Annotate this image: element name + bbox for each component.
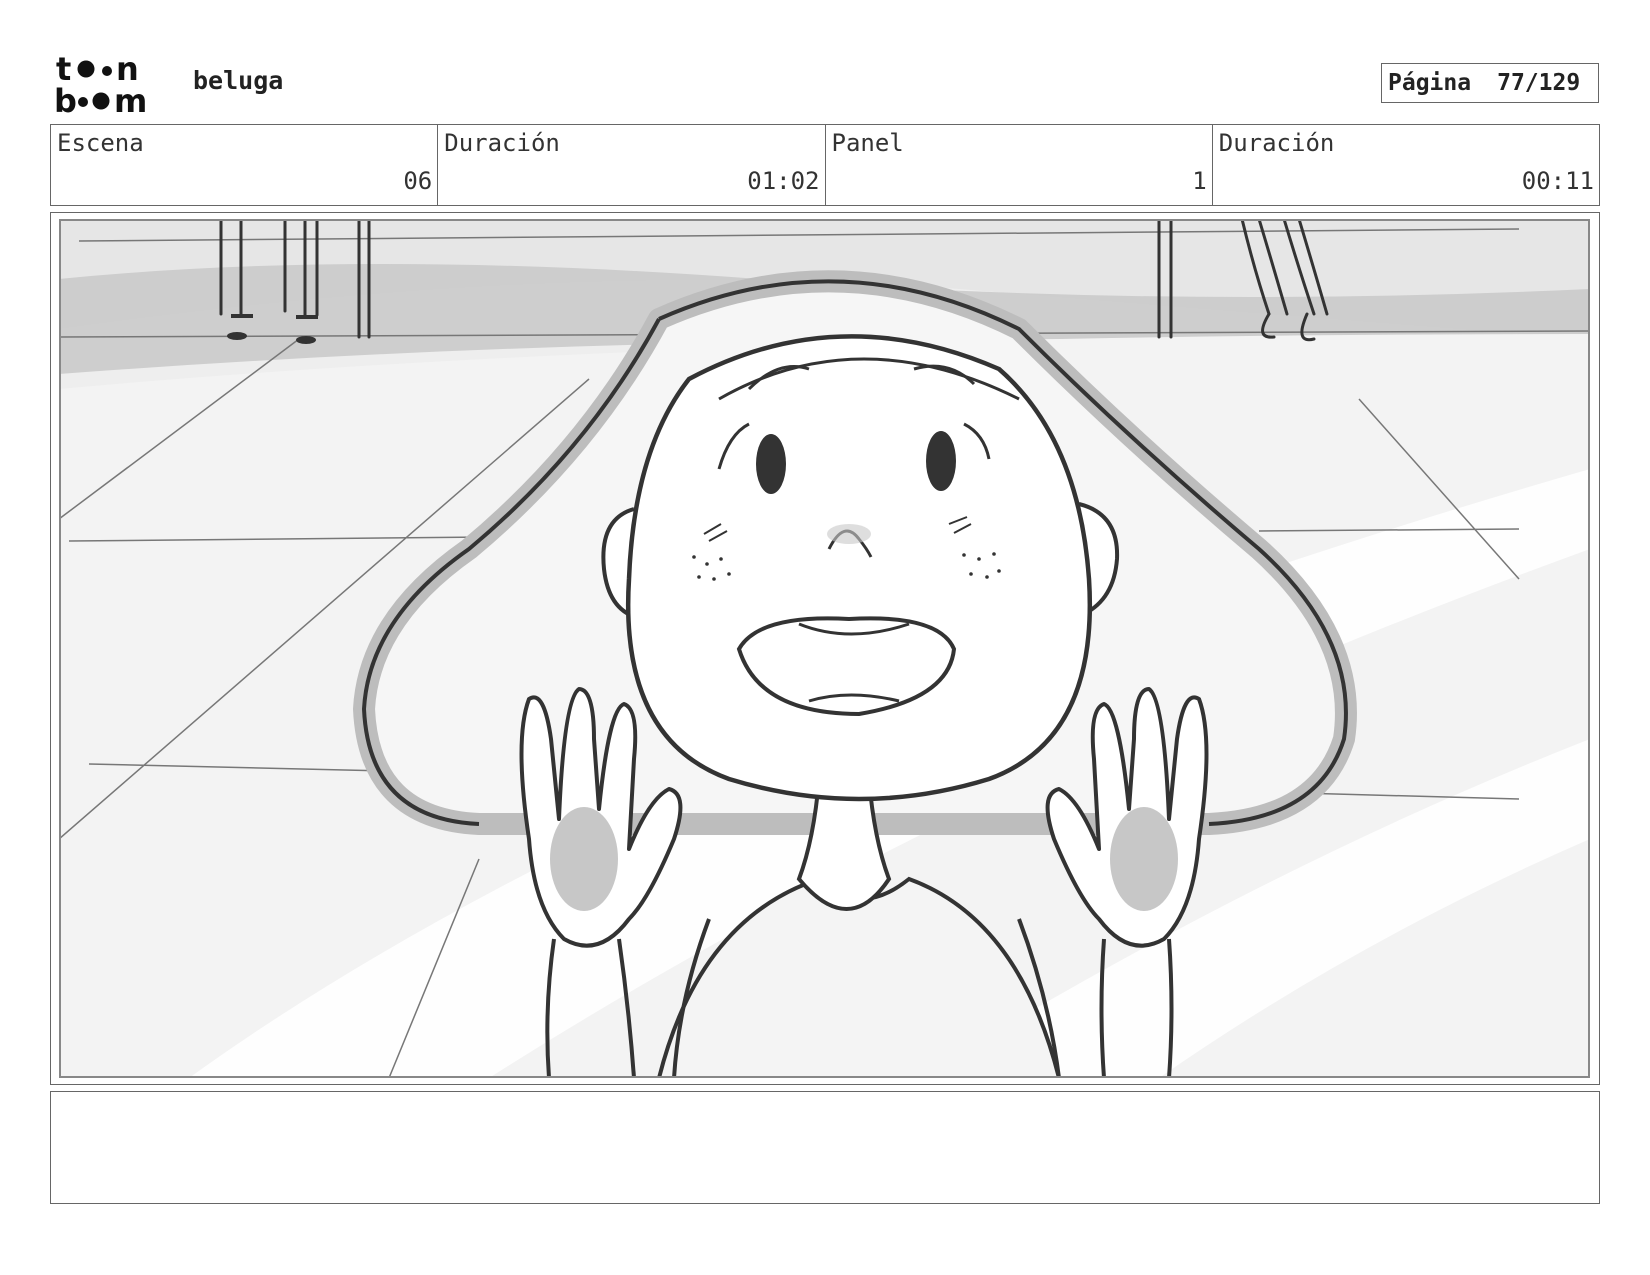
- page-indicator: Página 77/129: [1381, 63, 1599, 103]
- scene-label: Escena: [57, 129, 144, 157]
- panel-notes-box[interactable]: [50, 1091, 1600, 1204]
- page-label: Página: [1388, 70, 1472, 96]
- panel-value: 1: [1192, 167, 1207, 195]
- page-number: 77/129: [1497, 70, 1581, 96]
- scene-value: 06: [403, 167, 433, 195]
- panel-info-row: Escena 06 Duración 01:02 Panel 1 Duració…: [50, 124, 1600, 206]
- storyboard-panel: [50, 212, 1600, 1085]
- scene-duration-label: Duración: [444, 129, 560, 157]
- scene-duration-cell: Duración 01:02: [438, 125, 826, 205]
- svg-text:m: m: [114, 82, 147, 116]
- panel-duration-cell: Duración 00:11: [1213, 125, 1599, 205]
- panel-duration-value: 00:11: [1521, 167, 1594, 195]
- storyboard-sketch-icon: [59, 219, 1590, 1078]
- panel-label: Panel: [831, 129, 904, 157]
- scene-cell: Escena 06: [51, 125, 439, 205]
- panel-cell: Panel 1: [826, 125, 1213, 205]
- svg-text:b: b: [54, 82, 77, 116]
- project-name: beluga: [193, 66, 284, 95]
- scene-duration-value: 01:02: [747, 167, 820, 195]
- panel-duration-label: Duración: [1218, 129, 1335, 157]
- toon-boom-logo-icon: t n b m: [54, 50, 170, 120]
